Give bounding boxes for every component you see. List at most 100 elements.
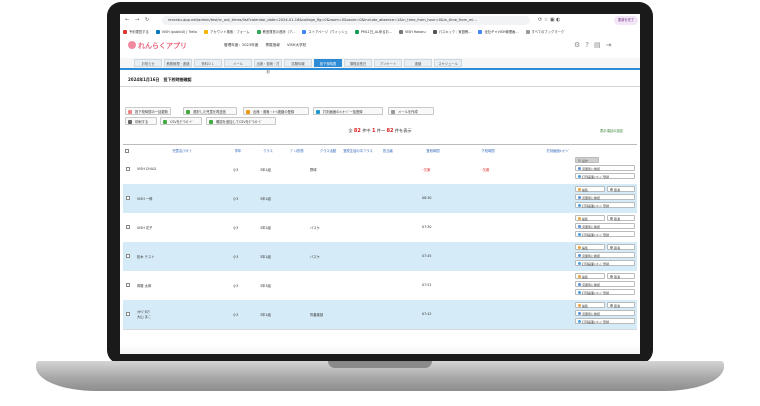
tab-6[interactable]: 投下校時間: [314, 59, 342, 67]
bookmark-item[interactable]: 予約運営する: [123, 29, 149, 34]
edit-button-label: 編集: [582, 275, 589, 279]
out-time-cell: ｰ欠席: [481, 168, 490, 172]
cancel-button[interactable]: 取消: [607, 273, 635, 279]
edit-button[interactable]: 編集: [575, 244, 605, 250]
class-cell: 3年1組: [260, 255, 271, 259]
disabled-action-button-label: 操作: [582, 159, 589, 163]
check-status-button[interactable]: 児童別に確認: [575, 281, 635, 287]
page-button-2[interactable]: 出席・退席・ﾒｰﾙ連絡の登録: [243, 107, 309, 115]
tab-4[interactable]: 出席・退席・打刻: [254, 59, 282, 74]
message-register-button-label: 打刻画面ﾒｯｾｰｼﾞ登録: [582, 320, 610, 324]
table-row: VISH 一郎 小3 3年1組 08:30 編集 取消 児童別に確認 打刻画面ﾒｯｾｰｼﾞ登録: [123, 184, 637, 214]
browser-extension-icons[interactable]: ⟳ ☆ ▣ ◐: [538, 17, 561, 23]
laptop-screen: ← → ↻ renraku-app.net/admin/test/rc_out_…: [120, 14, 640, 354]
forward-icon[interactable]: →: [135, 17, 139, 23]
bookmark-favicon-icon: [123, 30, 127, 34]
tab-5[interactable]: 試験情報: [284, 59, 312, 67]
gear-icon[interactable]: ⚙: [574, 41, 585, 49]
disabled-action-button[interactable]: 操作: [575, 157, 599, 163]
school-label[interactable]: VISH大学校: [287, 43, 306, 47]
bookmark-label: すべてのブックマーク: [531, 30, 565, 34]
check-status-button-label: 児童別に確認: [582, 283, 601, 287]
edit-button[interactable]: 編集: [575, 215, 605, 221]
page-button-4[interactable]: メールを作成: [388, 107, 434, 115]
bookmark-item[interactable]: PM11日_AL伊るお...: [354, 29, 392, 34]
select-all-checkbox[interactable]: [125, 148, 129, 153]
page-button-0[interactable]: 投下校時間の一括更新: [125, 107, 171, 115]
app-logo[interactable]: れんらくアプリ: [128, 41, 187, 51]
tab-8[interactable]: アンケート: [374, 59, 402, 67]
bookmark-item[interactable]: 教室運営の進捗（ア...: [256, 29, 295, 34]
book-icon[interactable]: ▤: [594, 41, 606, 49]
address-bar[interactable]: renraku-app.net/admin/test/rc_out_times/…: [162, 16, 530, 25]
cancel-button[interactable]: 取消: [607, 186, 635, 192]
tab-10[interactable]: スケジュール: [434, 59, 462, 67]
cancel-button[interactable]: 取消: [607, 215, 635, 221]
tab-3[interactable]: メール: [224, 59, 252, 67]
back-icon[interactable]: ←: [125, 17, 129, 23]
edit-button-icon: [577, 304, 581, 308]
edit-button[interactable]: 編集: [575, 273, 605, 279]
edit-button-label: 編集: [582, 246, 589, 250]
message-register-button[interactable]: 打刻画面ﾒｯｾｰｼﾞ登録: [575, 173, 635, 179]
page-button-6[interactable]: CSVをﾀﾞｳﾝﾛｰﾄﾞ: [160, 117, 202, 125]
display-settings-link[interactable]: 表示項目の設定: [600, 128, 623, 133]
class-cell: 3年1組: [260, 313, 271, 317]
page-button-5[interactable]: 印刷する: [125, 117, 157, 125]
row-checkbox[interactable]: [126, 167, 130, 171]
bookmark-item[interactable]: VISH Hakaru: [398, 30, 426, 34]
bookmark-item[interactable]: ストアページ（ウィッシュ: [302, 29, 348, 34]
bookmark-item[interactable]: すべてのブックマーク: [525, 29, 565, 34]
logout-icon[interactable]: ⇥: [606, 41, 617, 49]
cancel-button-label: 取消: [614, 304, 621, 308]
button-label: 打刻画面のﾒｯｾｰｼﾞ一括登録: [323, 110, 363, 114]
tab-9[interactable]: 連絡: [404, 59, 432, 67]
page-button-3[interactable]: 打刻画面のﾒｯｾｰｼﾞ一括登録: [313, 107, 383, 115]
help-icon[interactable]: ?: [585, 41, 594, 49]
message-register-button[interactable]: 打刻画面ﾒｯｾｰｼﾞ登録: [575, 202, 635, 208]
student-name[interactable]: 大山 まこ: [137, 314, 151, 319]
check-status-button[interactable]: 児童別に確認: [575, 223, 635, 229]
cancel-button[interactable]: 取消: [607, 302, 635, 308]
cancel-button-label: 取消: [614, 217, 621, 221]
profile-button[interactable]: 更新を完了: [614, 16, 638, 25]
bookmark-item[interactable]: VISH (public0) | Trello: [155, 30, 197, 34]
student-name[interactable]: VISH CHILD: [137, 167, 156, 171]
tab-7[interactable]: 課程延長日: [344, 59, 372, 67]
result-count: 全 82 件中 1 件～ 82 件を表示: [348, 128, 412, 134]
reload-icon[interactable]: ↻: [145, 17, 149, 23]
tab-2[interactable]: 資料ＤＬ: [194, 59, 222, 67]
student-name[interactable]: VISH 一郎: [137, 196, 152, 201]
bookmark-favicon-icon: [204, 30, 209, 34]
message-register-button[interactable]: 打刻画面ﾒｯｾｰｼﾞ登録: [575, 231, 635, 237]
check-status-button-label: 児童別に確認: [582, 254, 601, 258]
row-checkbox[interactable]: [126, 225, 130, 229]
message-register-button[interactable]: 打刻画面ﾒｯｾｰｼﾞ登録: [575, 318, 635, 324]
row-checkbox[interactable]: [126, 196, 130, 200]
bookmark-item[interactable]: パスキック｜家庭教...: [432, 29, 471, 34]
row-checkbox[interactable]: [126, 312, 130, 316]
bookmark-item[interactable]: アカウント検索｜フォーム: [204, 29, 250, 34]
bookmark-item[interactable]: 全社ギャVISH管理画...: [478, 29, 519, 34]
check-status-button[interactable]: 児童別に確認: [575, 165, 635, 171]
student-name[interactable]: 松木 テスト: [137, 254, 155, 259]
row-checkbox[interactable]: [126, 254, 130, 258]
message-register-button[interactable]: 打刻画面ﾒｯｾｰｼﾞ登録: [575, 260, 635, 266]
edit-button-icon: [577, 188, 581, 192]
page-button-1[interactable]: 選択した児童を再送信: [183, 107, 237, 115]
edit-button[interactable]: 編集: [575, 186, 605, 192]
tab-1[interactable]: 教務管理・連絡: [164, 59, 192, 67]
student-name[interactable]: 斉藤 太郎: [137, 283, 151, 288]
message-register-button[interactable]: 打刻画面ﾒｯｾｰｼﾞ登録: [575, 289, 635, 295]
tab-0[interactable]: お知らせ: [134, 59, 162, 67]
check-status-button[interactable]: 児童別に確認: [575, 194, 635, 200]
row-checkbox[interactable]: [126, 283, 130, 287]
student-name[interactable]: VISH 花子: [137, 225, 152, 230]
cancel-button-icon: [609, 188, 613, 192]
site-label[interactable]: 専属指導: [265, 43, 279, 47]
cancel-button[interactable]: 取消: [607, 244, 635, 250]
edit-button[interactable]: 編集: [575, 302, 605, 308]
check-status-button[interactable]: 児童別に確認: [575, 310, 635, 316]
check-status-button[interactable]: 児童別に確認: [575, 252, 635, 258]
page-button-7[interactable]: 確認を追加してCSVをﾀﾞｳﾝﾛｰﾄﾞ: [206, 117, 276, 125]
